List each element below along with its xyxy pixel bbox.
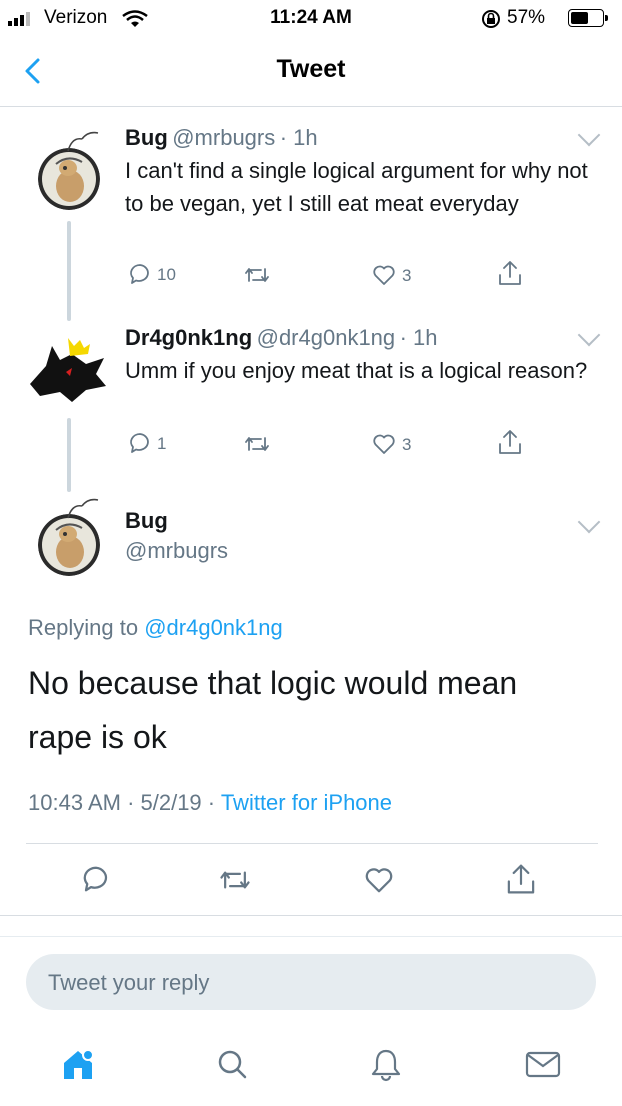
like-count: 3	[402, 435, 412, 454]
share-button[interactable]	[497, 428, 523, 461]
retweet-button[interactable]	[244, 433, 270, 460]
antenna-icon	[66, 496, 100, 525]
reply-icon	[130, 264, 149, 284]
heart-icon	[373, 434, 395, 454]
reply-button[interactable]	[81, 864, 111, 899]
status-bar: Verizon 11:24 AM 57%	[0, 0, 622, 36]
replying-to-line: Replying to @dr4g0nk1ng	[28, 615, 283, 641]
reply-icon	[83, 866, 108, 892]
tab-search[interactable]	[214, 1046, 250, 1087]
tab-notifications[interactable]	[368, 1046, 404, 1087]
actions-divider	[0, 915, 622, 916]
retweet-icon	[245, 437, 269, 451]
retweet-icon	[245, 268, 269, 282]
like-button[interactable]: 3	[372, 264, 422, 290]
retweet-button[interactable]	[244, 264, 270, 291]
share-icon	[499, 430, 521, 454]
thread-connector	[67, 418, 71, 492]
page-title: Tweet	[276, 55, 346, 83]
thread-tweet[interactable]: Dr4g0nk1ng @dr4g0nk1ng · 1h Umm if you e…	[0, 307, 622, 477]
tweet-source[interactable]: Twitter for iPhone	[221, 790, 392, 815]
search-icon	[218, 1050, 247, 1079]
share-button[interactable]	[497, 259, 523, 292]
reply-placeholder: Tweet your reply	[48, 970, 210, 995]
meta-divider	[26, 843, 598, 844]
main-tweet: Bug @mrbugrs Replying to @dr4g0nk1ng No …	[0, 490, 622, 850]
share-icon	[499, 261, 521, 285]
reply-icon	[130, 433, 149, 453]
tweet-age: · 1h	[279, 125, 318, 150]
share-button[interactable]	[505, 862, 537, 901]
reply-button[interactable]: 10	[128, 262, 188, 290]
thread-connector	[67, 221, 71, 321]
thread-tweet[interactable]: Bug @mrbugrs · 1h I can't find a single …	[0, 107, 622, 307]
author-handle[interactable]: @mrbugrs	[125, 538, 228, 564]
like-button[interactable]: 3	[372, 433, 422, 459]
reply-input[interactable]: Tweet your reply	[26, 954, 596, 1010]
reply-button[interactable]: 1	[128, 431, 188, 459]
antenna-icon	[66, 129, 100, 158]
tweet-timestamp: 10:43 AM · 5/2/19 ·	[28, 790, 216, 815]
home-icon	[64, 1049, 94, 1079]
reply-count: 1	[157, 434, 167, 453]
like-button[interactable]	[364, 866, 394, 899]
replying-to-label: Replying to	[28, 615, 139, 640]
heart-icon	[365, 868, 393, 893]
tab-home[interactable]	[60, 1046, 96, 1087]
author-name[interactable]: Bug	[125, 125, 168, 150]
tab-messages[interactable]	[524, 1046, 562, 1087]
reply-count: 10	[157, 265, 176, 284]
author-handle[interactable]: @dr4g0nk1ng	[257, 325, 396, 350]
avatar[interactable]	[26, 334, 110, 404]
retweet-icon	[220, 871, 250, 889]
tweet-text: No because that logic would mean rape is…	[28, 656, 517, 764]
author-handle[interactable]: @mrbugrs	[172, 125, 275, 150]
share-icon	[507, 864, 535, 894]
tweet-meta: 10:43 AM · 5/2/19 · Twitter for iPhone	[28, 790, 392, 816]
author-name[interactable]: Dr4g0nk1ng	[125, 325, 252, 350]
retweet-button[interactable]	[219, 866, 251, 899]
tweet-text: I can't find a single logical argument f…	[125, 158, 588, 216]
chevron-down-icon[interactable]	[577, 323, 601, 347]
replying-to-handle[interactable]: @dr4g0nk1ng	[144, 615, 283, 640]
heart-icon	[373, 265, 395, 285]
battery-percent: 57%	[507, 7, 546, 28]
tweet-text: Umm if you enjoy meat that is a logical …	[125, 358, 588, 383]
messages-icon	[525, 1051, 561, 1078]
chevron-down-icon[interactable]	[577, 123, 601, 147]
tweet-text-line: rape is ok	[28, 719, 167, 755]
lock-rotation-icon	[480, 9, 502, 34]
author-name[interactable]: Bug	[125, 508, 168, 534]
chevron-down-icon[interactable]	[577, 510, 601, 534]
tweet-text-line: No because that logic would mean	[28, 665, 518, 701]
notifications-icon	[371, 1049, 401, 1082]
like-count: 3	[402, 266, 412, 285]
tweet-age: · 1h	[399, 325, 438, 350]
battery-icon	[568, 9, 612, 29]
